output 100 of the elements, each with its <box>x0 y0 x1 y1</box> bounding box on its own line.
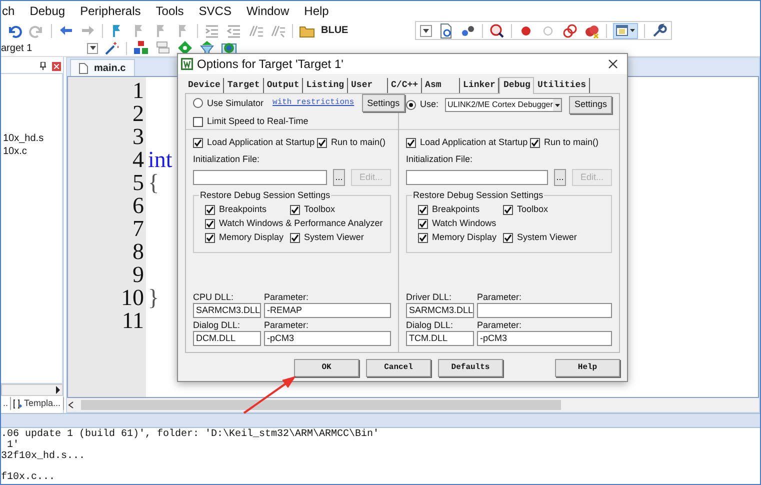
checkbox[interactable] <box>193 138 203 148</box>
link[interactable]: with restrictions <box>272 97 354 110</box>
parameter-field[interactable]: -pCM3 <box>264 331 391 346</box>
app-logo-icon <box>181 58 193 70</box>
checkbox[interactable] <box>503 205 513 215</box>
checkbox[interactable] <box>530 138 540 148</box>
linked-circles-icon[interactable] <box>562 22 578 38</box>
settings-button[interactable]: Settings <box>362 94 405 112</box>
menu-item[interactable]: SVCS <box>198 2 232 20</box>
line-number: 7 <box>132 217 144 240</box>
dialog-tab[interactable]: C/C++ <box>388 78 422 93</box>
blocks-icon[interactable] <box>133 40 149 56</box>
checkbox[interactable] <box>406 138 416 148</box>
file-item[interactable]: 10x.c <box>1 145 62 158</box>
dialog-tab[interactable]: Asm <box>422 78 460 93</box>
document-search-icon[interactable] <box>438 22 454 38</box>
dropdown-button[interactable] <box>420 24 432 36</box>
file-tab[interactable]: main.c <box>70 59 135 76</box>
dialog-tab[interactable]: Target <box>224 78 264 93</box>
magic-wand-icon[interactable] <box>104 40 120 56</box>
dialog-button[interactable]: Cancel <box>366 359 431 377</box>
debugger-select[interactable]: ULINK2/ME Cortex Debugger <box>444 98 562 112</box>
panel-tab[interactable]: Templa... <box>11 396 64 410</box>
dll-field[interactable]: SARMCM3.DLL <box>406 303 474 318</box>
checkbox[interactable] <box>503 233 513 243</box>
parameter-field[interactable]: -pCM3 <box>477 331 612 346</box>
field-label: Dialog DLL: <box>406 320 454 331</box>
line-number: 1 <box>132 79 144 102</box>
checkbox[interactable] <box>317 138 327 148</box>
menu-item[interactable]: ch <box>1 2 16 20</box>
code-text: int <box>148 147 172 172</box>
check-icon <box>504 234 512 242</box>
dll-field[interactable]: SARMCM3.DLL <box>193 303 261 318</box>
magnifier-icon[interactable] <box>489 22 505 38</box>
field-label: Parameter: <box>477 320 523 331</box>
dialog-tab[interactable]: Listing <box>303 78 348 93</box>
window-layout-button[interactable] <box>613 22 638 38</box>
menu-item[interactable]: Window <box>245 2 290 20</box>
close-icon[interactable] <box>608 59 618 69</box>
checkbox[interactable] <box>418 219 428 229</box>
menu-item[interactable]: Help <box>303 2 330 20</box>
checkbox[interactable] <box>418 205 428 215</box>
settings-button[interactable]: Settings <box>569 96 612 114</box>
line-number: 6 <box>132 194 144 217</box>
dialog-tab[interactable]: Debug <box>499 77 534 94</box>
line-number: 8 <box>132 240 144 263</box>
dialog-tab[interactable]: Device <box>185 78 224 93</box>
init-file-field[interactable] <box>406 170 548 185</box>
init-file-field[interactable] <box>193 170 327 185</box>
dialog-button[interactable]: OK <box>294 359 359 377</box>
parameter-field[interactable]: -REMAP <box>264 303 391 318</box>
scroll-right-icon[interactable] <box>54 386 62 394</box>
wrench-icon[interactable] <box>651 22 667 38</box>
menu-item[interactable]: Tools <box>154 2 185 20</box>
pin-icon[interactable] <box>40 62 46 70</box>
checkbox-label: Breakpoints <box>432 203 480 216</box>
browse-button[interactable]: ... <box>333 169 345 186</box>
dialog-tab[interactable]: Output <box>264 78 304 93</box>
checkbox[interactable] <box>290 205 300 215</box>
browse-button[interactable]: ... <box>554 169 566 186</box>
dll-field[interactable]: TCM.DLL <box>406 331 474 346</box>
target-select[interactable]: arget 1 <box>1 40 98 56</box>
panel-tab[interactable]: .. <box>1 396 12 410</box>
horizontal-scrollbar[interactable] <box>1 384 63 396</box>
field-label: Parameter: <box>264 292 310 303</box>
dialog-button[interactable]: Help <box>555 359 620 377</box>
checkbox-label: Memory Display <box>432 231 497 244</box>
dialog-tab[interactable]: User <box>348 78 388 93</box>
checkbox[interactable] <box>205 219 215 229</box>
checkbox[interactable] <box>290 233 300 243</box>
menu-item[interactable]: Debug <box>28 2 66 20</box>
dialog-button[interactable]: Defaults <box>438 359 503 377</box>
dll-field[interactable]: DCM.DLL <box>193 331 261 346</box>
checkbox[interactable] <box>418 233 428 243</box>
checkbox-label: Load Application at Startup <box>420 136 528 149</box>
checkbox[interactable] <box>205 205 215 215</box>
check-icon <box>291 234 299 242</box>
window-title: Options for Target 'Target 1' <box>197 56 344 73</box>
line-number: 3 <box>132 125 144 148</box>
field-label: Initialization File: <box>406 152 474 166</box>
menu-item[interactable]: Peripherals <box>79 2 142 20</box>
breakpoints-clear-icon[interactable] <box>584 22 600 38</box>
checkbox[interactable] <box>205 233 215 243</box>
file-item[interactable]: 10x_hd.s <box>1 132 62 145</box>
dialog-tab[interactable]: Utilities <box>534 78 590 93</box>
parameter-field[interactable] <box>477 303 612 318</box>
scrollbar-thumb[interactable] <box>81 400 561 410</box>
close-button[interactable] <box>52 62 61 70</box>
check-icon <box>531 138 539 147</box>
checkbox-label: Watch Windows <box>432 217 496 230</box>
radio-button[interactable] <box>193 98 203 108</box>
search-text: BLUE <box>321 24 350 38</box>
radio-button[interactable] <box>406 100 416 110</box>
checkbox-label: Toolbox <box>517 203 548 216</box>
checkbox[interactable] <box>193 117 203 127</box>
field-label: Parameter: <box>477 292 523 303</box>
line-number: 10 <box>121 286 144 309</box>
select-value: ULINK2/ME Cortex Debugger <box>448 99 553 111</box>
braces-plus-icon <box>13 398 22 408</box>
scroll-left-icon[interactable] <box>67 401 75 409</box>
